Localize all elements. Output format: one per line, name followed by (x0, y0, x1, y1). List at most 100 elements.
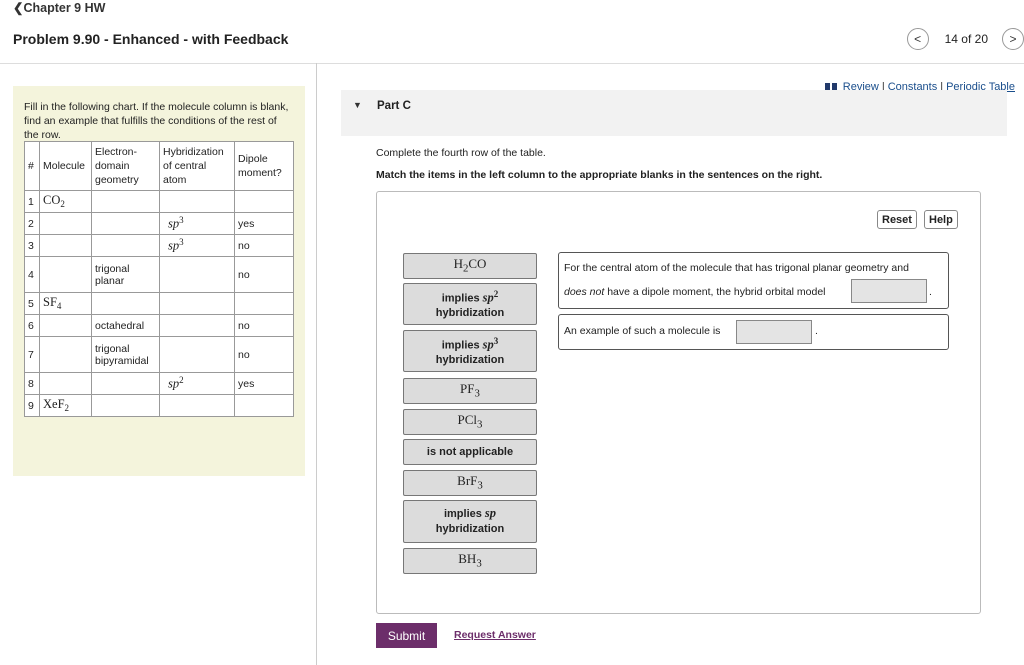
cell-molecule (39, 314, 92, 337)
sentence-hybridization: For the central atom of the molecule tha… (558, 252, 949, 309)
sentence-text-line2: does not have a dipole moment, the hybri… (564, 286, 826, 298)
cell-geometry (91, 394, 160, 417)
chart-row: 9 XeF2 (24, 394, 294, 417)
cell-dipole: yes (234, 212, 294, 235)
tile-label: PF3 (460, 380, 480, 400)
chevron-left-icon: ❮ (13, 1, 24, 15)
cell-num: 1 (24, 190, 40, 213)
reset-button[interactable]: Reset (877, 210, 917, 229)
header-hybridization: Hybridization of central atom (159, 141, 235, 191)
tile-label-line2: hybridization (435, 523, 505, 535)
chart-row: 3 sp3 no (24, 234, 294, 257)
collapse-triangle-icon[interactable]: ▼ (353, 100, 362, 110)
tile-label: implies sp3 (441, 335, 499, 352)
cell-num: 9 (24, 394, 40, 417)
back-label: Chapter 9 HW (23, 1, 106, 15)
tile-label: H2CO (453, 255, 487, 275)
cell-dipole: no (234, 256, 294, 293)
problem-title: Problem 9.90 - Enhanced - with Feedback (13, 31, 289, 47)
cell-dipole: no (234, 336, 294, 373)
help-button[interactable]: Help (924, 210, 958, 229)
cell-hybridization (159, 292, 235, 315)
chart-row: 7 trigonal bipyramidal no (24, 336, 294, 373)
header-divider (0, 63, 1024, 64)
header-dipole: Dipole moment? (234, 141, 294, 191)
cell-molecule (39, 372, 92, 395)
pager-count: 14 of 20 (944, 32, 988, 46)
cell-num: 2 (24, 212, 40, 235)
tile-h2co[interactable]: H2CO (403, 253, 537, 279)
sentence-text: For the central atom of the molecule tha… (564, 262, 909, 274)
tile-label: PCl3 (457, 411, 483, 431)
previous-problem-button[interactable]: < (906, 28, 929, 50)
cell-hybridization: sp3 (159, 234, 235, 257)
cell-geometry: octahedral (91, 314, 160, 337)
tile-label: BH3 (458, 550, 482, 570)
cell-hybridization (159, 190, 235, 213)
tile-brf3[interactable]: BrF3 (403, 470, 537, 496)
problem-intro-text: Fill in the following chart. If the mole… (24, 101, 289, 141)
tile-label: is not applicable (426, 445, 514, 458)
part-header[interactable]: ▼ Part C (341, 90, 1007, 136)
cell-num: 8 (24, 372, 40, 395)
cell-num: 6 (24, 314, 40, 337)
next-problem-button[interactable]: > (1002, 28, 1024, 50)
cell-geometry (91, 212, 160, 235)
header-molecule: Molecule (39, 141, 92, 191)
pager: < 14 of 20 > (906, 28, 1024, 50)
cell-molecule (39, 336, 92, 373)
cell-num: 3 (24, 234, 40, 257)
sentence-text: An example of such a molecule is (564, 325, 721, 337)
drop-target-hybridization[interactable] (851, 279, 927, 303)
tile-label: implies sp2 (441, 288, 499, 305)
request-answer-link[interactable]: Request Answer (454, 629, 536, 641)
tile-implies-sp3[interactable]: implies sp3 hybridization (403, 330, 537, 372)
cell-num: 4 (24, 256, 40, 293)
cell-geometry (91, 190, 160, 213)
header-num: # (24, 141, 40, 191)
cell-hybridization (159, 394, 235, 417)
molecule-chart: # Molecule Electron-domain geometry Hybr… (24, 141, 294, 417)
cell-dipole: no (234, 314, 294, 337)
column-divider (316, 63, 317, 665)
cell-geometry (91, 372, 160, 395)
cell-dipole (234, 292, 294, 315)
chart-row: 6 octahedral no (24, 314, 294, 337)
cell-num: 5 (24, 292, 40, 315)
cell-dipole (234, 394, 294, 417)
drop-target-example-molecule[interactable] (736, 320, 812, 344)
chart-row: 4 trigonal planar no (24, 256, 294, 293)
tile-bh3[interactable]: BH3 (403, 548, 537, 574)
chart-header-row: # Molecule Electron-domain geometry Hybr… (24, 141, 294, 191)
sentence-example: An example of such a molecule is . (558, 314, 949, 350)
submit-button[interactable]: Submit (376, 623, 437, 648)
cell-molecule (39, 234, 92, 257)
back-to-chapter-link[interactable]: ❮Chapter 9 HW (13, 0, 105, 15)
cell-geometry (91, 292, 160, 315)
cell-dipole: yes (234, 372, 294, 395)
tile-not-applicable[interactable]: is not applicable (403, 439, 537, 465)
cell-hybridization: sp2 (159, 372, 235, 395)
tile-label-line2: hybridization (435, 307, 505, 320)
tile-pcl3[interactable]: PCl3 (403, 409, 537, 435)
tile-implies-sp[interactable]: implies sp hybridization (403, 500, 537, 543)
cell-geometry: trigonal planar (91, 256, 160, 293)
cell-molecule: CO2 (39, 190, 92, 213)
sentence-period: . (815, 325, 818, 337)
part-instruction: Complete the fourth row of the table. (376, 147, 546, 159)
chart-row: 2 sp3 yes (24, 212, 294, 235)
cell-geometry (91, 234, 160, 257)
tile-pf3[interactable]: PF3 (403, 378, 537, 404)
cell-dipole (234, 190, 294, 213)
cell-hybridization: sp3 (159, 212, 235, 235)
tile-implies-sp2[interactable]: implies sp2 hybridization (403, 283, 537, 325)
chart-row: 1 CO2 (24, 190, 294, 213)
tile-label: implies sp (443, 506, 497, 520)
chevron-left-icon: < (914, 32, 922, 46)
match-instruction: Match the items in the left column to th… (376, 169, 823, 181)
chart-row: 8 sp2 yes (24, 372, 294, 395)
sentence-period: . (929, 286, 932, 298)
cell-num: 7 (24, 336, 40, 373)
cell-hybridization (159, 336, 235, 373)
cell-molecule: SF4 (39, 292, 92, 315)
